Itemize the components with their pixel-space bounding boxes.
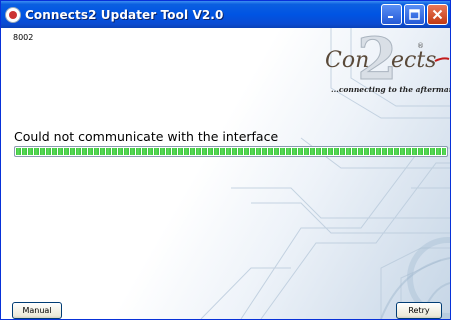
close-button[interactable] bbox=[427, 4, 448, 25]
app-icon[interactable] bbox=[5, 6, 21, 23]
logo-tagline: ...connecting to the aftermarket bbox=[331, 85, 451, 94]
status-message: Could not communicate with the interface bbox=[14, 129, 279, 144]
progress-bar bbox=[14, 146, 448, 157]
error-code: 8002 bbox=[13, 33, 34, 42]
retry-button[interactable]: Retry bbox=[396, 302, 442, 319]
svg-text:®: ® bbox=[417, 42, 424, 50]
window-title: Connects2 Updater Tool V2.0 bbox=[25, 7, 224, 22]
maximize-button[interactable] bbox=[404, 4, 425, 25]
client-area: 8002 2 Con ects ® ...connecting to the a… bbox=[1, 28, 450, 319]
window-controls bbox=[381, 4, 448, 25]
svg-text:ects: ects bbox=[391, 48, 436, 73]
updater-window: Connects2 Updater Tool V2.0 8002 2 Con e… bbox=[0, 0, 451, 320]
svg-text:Con: Con bbox=[325, 48, 369, 73]
title-bar[interactable]: Connects2 Updater Tool V2.0 bbox=[1, 1, 450, 28]
minimize-button[interactable] bbox=[381, 4, 402, 25]
maximize-icon bbox=[409, 9, 420, 20]
close-icon bbox=[432, 9, 443, 20]
manual-button[interactable]: Manual bbox=[12, 302, 62, 319]
progress-fill bbox=[16, 148, 446, 155]
minimize-icon bbox=[388, 16, 393, 18]
